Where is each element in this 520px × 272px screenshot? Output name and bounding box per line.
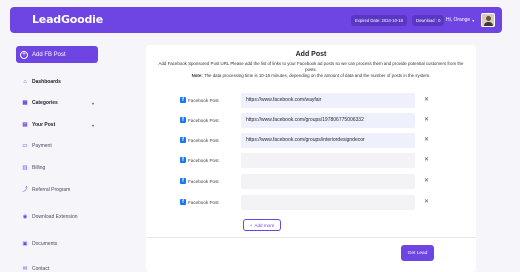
chevron-down-icon: ▾ [91,122,94,128]
post-row-label: f Facebook Post [180,117,219,123]
facebook-icon: f [180,117,186,123]
sidebar-item-payment[interactable]: ▭ Payment [22,143,94,149]
sidebar-item-categories[interactable]: ▦ Categories ▾ [22,100,94,106]
download-count-badge: Download : 0 [412,15,445,26]
sidebar-item-documents[interactable]: ▣ Documents [22,241,94,247]
remove-icon[interactable]: ✕ [424,96,429,104]
sidebar-item-download-extension[interactable]: ◉ Download Extension [22,214,94,220]
sidebar-item-referral-program[interactable]: ⤴ Referral Program [22,187,94,193]
remove-icon[interactable]: ✕ [424,177,429,185]
chevron-down-icon: ▾ [91,100,94,106]
get-lead-button[interactable]: Get Lead [401,245,434,261]
bill-icon: ▥ [22,165,28,171]
facebook-icon: f [180,199,186,205]
expired-date-badge: Expired Date: 2024-10-18 [351,15,407,26]
facebook-icon: f [180,97,186,103]
sidebar-item-contact[interactable]: ✉ Contact [22,266,94,272]
post-row-label: f Facebook Post [180,97,219,103]
add-fb-post-label: Add FB Post [32,51,66,58]
sidebar-item-label: Categories [32,100,58,106]
sidebar-item-label: Dashboards [32,79,61,85]
post-row: f Facebook Post https://www.facebook.com… [146,93,476,108]
sidebar-item-label: Contact [32,266,50,272]
extension-icon: ◉ [22,214,28,220]
post-row-label: f Facebook Post [180,157,219,163]
note-label: Note: [191,73,203,78]
sidebar-item-label: Documents [32,241,58,247]
post-row-label: f Facebook Post [180,199,219,205]
add-more-label: Add more [254,222,275,228]
home-icon: ⌂ [23,79,27,85]
remove-icon[interactable]: ✕ [424,156,429,164]
sidebar-item-billing[interactable]: ▥ Billing [22,165,94,171]
note-text: Note: The data processing time is 10-15 … [154,73,468,78]
chevron-down-icon: ▾ [472,17,475,23]
page-title: Add Post [295,51,327,58]
divider [146,237,476,238]
row-label-text: Facebook Post [188,97,219,103]
plus-icon: + [20,50,28,59]
post-url-input[interactable]: https://www.facebook.com/wayfair [241,93,415,108]
facebook-icon: f [180,178,186,184]
top-bar: LeadGoodie Expired Date: 2024-10-18 Down… [10,7,502,33]
post-url-input[interactable]: https://www.facebook.com/groups/interior… [241,133,415,148]
post-url-input[interactable]: https://www.facebook.com/groups/19780677… [241,113,415,128]
document-icon: ▤ [22,122,28,128]
post-url-input[interactable] [241,153,415,168]
user-menu[interactable]: Hi, Orange ▾ [446,17,474,23]
facebook-icon: f [180,157,186,163]
post-row-label: f Facebook Post [180,178,219,184]
post-url-input[interactable] [241,195,415,210]
user-greeting: Hi, Orange [446,17,471,23]
sidebar-item-your-post[interactable]: ▤ Your Post ▾ [22,122,94,128]
logo[interactable]: LeadGoodie [32,13,103,26]
row-label-text: Facebook Post [188,157,219,163]
post-row: f Facebook Post https://www.facebook.com… [146,113,476,128]
post-row-label: f Facebook Post [180,137,219,143]
remove-icon[interactable]: ✕ [424,136,429,144]
add-more-button[interactable]: + Add more [243,219,281,231]
post-url-input[interactable] [241,174,415,189]
facebook-icon: f [180,137,186,143]
description-text: Add Facebook Sponsored Post URL Please a… [158,61,464,72]
sidebar: + Add FB Post ⌂ Dashboards ▦ Categories … [0,36,110,272]
remove-icon[interactable]: ✕ [424,116,429,124]
grid-icon: ▦ [22,100,28,106]
contact-icon: ✉ [22,266,28,272]
post-row: f Facebook Post ✕ [146,174,476,189]
note-body: The data processing time is 10-15 minute… [203,73,431,78]
post-row: f Facebook Post ✕ [146,153,476,168]
sidebar-item-label: Download Extension [32,214,78,220]
remove-icon[interactable]: ✕ [424,198,429,206]
share-icon: ⤴ [22,187,28,193]
sidebar-item-dashboards[interactable]: ⌂ Dashboards [22,79,94,85]
row-label-text: Facebook Post [188,137,219,143]
docs-icon: ▣ [22,241,28,247]
sidebar-item-label: Billing [32,165,46,171]
avatar-head [486,16,491,21]
post-row: f Facebook Post https://www.facebook.com… [146,133,476,148]
add-fb-post-button[interactable]: + Add FB Post [16,46,98,63]
sidebar-item-label: Referral Program [32,187,71,193]
row-label-text: Facebook Post [188,117,219,123]
avatar[interactable] [481,13,495,27]
plus-icon: + [249,222,253,228]
row-label-text: Facebook Post [188,199,219,205]
add-post-card: Add Post Add Facebook Sponsored Post URL… [146,45,476,272]
avatar-body [484,22,493,26]
sidebar-item-label: Payment [32,143,52,149]
post-row: f Facebook Post ✕ [146,195,476,210]
row-label-text: Facebook Post [188,178,219,184]
card-icon: ▭ [22,143,28,149]
sidebar-item-label: Your Post [32,122,56,128]
